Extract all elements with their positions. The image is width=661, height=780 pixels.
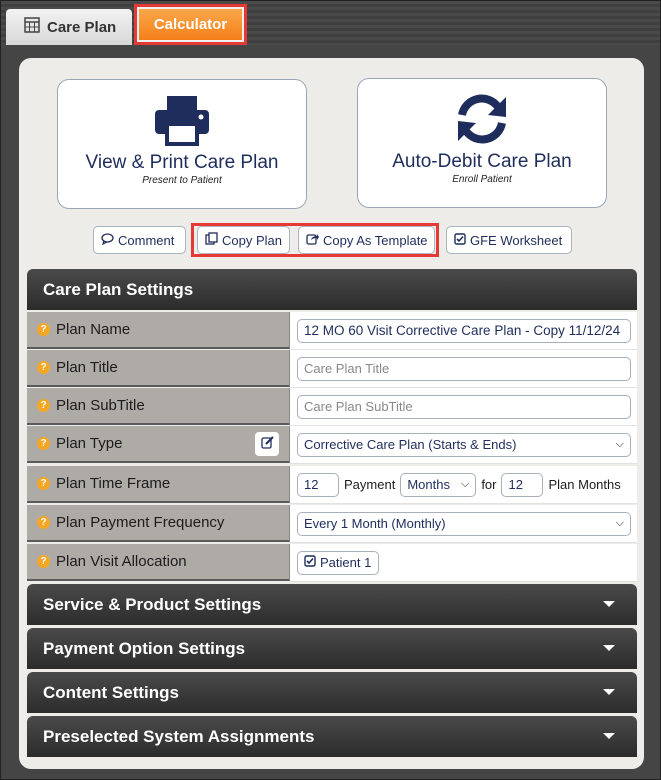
payment-count-input[interactable]: 12 bbox=[297, 472, 339, 497]
patient-1-label: Patient 1 bbox=[320, 555, 372, 570]
gfe-worksheet-button[interactable]: GFE Worksheet bbox=[446, 226, 572, 254]
checkbox-checked-icon bbox=[454, 232, 466, 248]
edit-icon bbox=[260, 435, 274, 453]
help-icon[interactable]: ? bbox=[37, 516, 50, 529]
plan-type-label: Plan Type bbox=[56, 435, 123, 452]
calculator-window: Care Plan Calculator View & Print Care P… bbox=[0, 0, 661, 780]
content-settings-header[interactable]: Content Settings bbox=[27, 672, 637, 713]
tab-calculator[interactable]: Calculator bbox=[134, 4, 247, 45]
view-print-subtitle: Present to Patient bbox=[142, 175, 222, 186]
frequency-select[interactable]: Every 1 Month (Monthly) ⌵ bbox=[297, 511, 631, 536]
view-print-title: View & Print Care Plan bbox=[85, 152, 279, 173]
payment-option-settings-header[interactable]: Payment Option Settings bbox=[27, 628, 637, 669]
comment-button[interactable]: Comment bbox=[93, 226, 186, 254]
plan-title-label: Plan Title bbox=[56, 359, 118, 376]
chevron-down-icon: ⌵ bbox=[615, 517, 624, 529]
plan-subtitle-input[interactable]: Care Plan SubTitle bbox=[297, 394, 631, 419]
plan-type-value: Corrective Care Plan (Starts & Ends) bbox=[304, 437, 517, 452]
checkbox-checked-icon bbox=[304, 555, 316, 570]
help-icon[interactable]: ? bbox=[37, 361, 50, 374]
chevron-down-icon: ⌵ bbox=[460, 478, 470, 490]
payment-unit-value: Months bbox=[407, 477, 450, 492]
auto-debit-care-plan-button[interactable]: Auto-Debit Care Plan Enroll Patient bbox=[357, 78, 607, 208]
tab-care-plan[interactable]: Care Plan bbox=[6, 9, 132, 45]
caret-down-icon bbox=[603, 733, 615, 739]
visit-alloc-label: Plan Visit Allocation bbox=[56, 553, 187, 570]
share-icon bbox=[306, 232, 319, 248]
help-icon[interactable]: ? bbox=[37, 399, 50, 412]
help-icon[interactable]: ? bbox=[37, 555, 50, 568]
payment-unit-select[interactable]: Months ⌵ bbox=[400, 472, 477, 497]
plan-months-text: Plan Months bbox=[548, 477, 621, 492]
speech-bubble-icon bbox=[101, 232, 114, 248]
plan-payment-frequency-row: ? Plan Payment Frequency Every 1 Month (M… bbox=[27, 505, 637, 543]
auto-debit-subtitle: Enroll Patient bbox=[452, 174, 512, 185]
content-settings-title: Content Settings bbox=[43, 682, 179, 702]
payment-option-settings-title: Payment Option Settings bbox=[43, 638, 246, 658]
payment-text: Payment bbox=[344, 477, 396, 492]
calculator-grid-icon bbox=[24, 17, 40, 37]
copy-plan-label: Copy Plan bbox=[222, 232, 282, 248]
comment-label: Comment bbox=[118, 232, 175, 248]
plan-type-row: ? Plan Type Corrective Care Plan (Starts … bbox=[27, 426, 637, 464]
auto-debit-title: Auto-Debit Care Plan bbox=[392, 151, 572, 172]
frequency-label: Plan Payment Frequency bbox=[56, 514, 225, 531]
caret-down-icon bbox=[603, 601, 615, 607]
gfe-worksheet-label: GFE Worksheet bbox=[470, 232, 563, 248]
service-product-settings-header[interactable]: Service & Product Settings bbox=[27, 584, 637, 625]
help-icon[interactable]: ? bbox=[37, 477, 50, 490]
for-text: for bbox=[481, 477, 497, 492]
preselected-system-assignments-header[interactable]: Preselected System Assignments bbox=[27, 716, 637, 757]
plan-title-row: ? Plan Title Care Plan Title bbox=[27, 350, 637, 388]
copy-as-template-label: Copy As Template bbox=[323, 232, 428, 248]
help-icon[interactable]: ? bbox=[37, 323, 50, 336]
plan-type-select[interactable]: Corrective Care Plan (Starts & Ends) ⌵ bbox=[297, 432, 631, 457]
plan-name-row: ? Plan Name 12 MO 60 Visit Corrective Car… bbox=[27, 312, 637, 350]
care-plan-settings-title: Care Plan Settings bbox=[43, 279, 194, 299]
help-icon[interactable]: ? bbox=[37, 437, 50, 450]
edit-plan-type-button[interactable] bbox=[255, 432, 279, 456]
caret-down-icon bbox=[603, 645, 615, 651]
time-frame-label: Plan Time Frame bbox=[56, 475, 171, 492]
copy-plan-button[interactable]: Copy Plan bbox=[197, 226, 290, 254]
plan-months-input[interactable]: 12 bbox=[501, 472, 544, 497]
plan-time-frame-row: ? Plan Time Frame 12 Payment Months ⌵ for … bbox=[27, 466, 637, 504]
care-plan-settings-header[interactable]: Care Plan Settings bbox=[27, 269, 637, 310]
plan-name-input[interactable]: 12 MO 60 Visit Corrective Care Plan - Co… bbox=[297, 318, 631, 343]
plan-title-input[interactable]: Care Plan Title bbox=[297, 356, 631, 381]
printer-icon bbox=[58, 94, 306, 146]
preselected-system-assignments-title: Preselected System Assignments bbox=[43, 726, 315, 746]
refresh-icon bbox=[358, 93, 606, 145]
caret-down-icon bbox=[603, 689, 615, 695]
frequency-value: Every 1 Month (Monthly) bbox=[304, 516, 446, 531]
view-print-care-plan-button[interactable]: View & Print Care Plan Present to Patien… bbox=[57, 79, 307, 209]
plan-subtitle-row: ? Plan SubTitle Care Plan SubTitle bbox=[27, 388, 637, 426]
plan-visit-allocation-row: ? Plan Visit Allocation Patient 1 bbox=[27, 544, 637, 582]
copy-as-template-button[interactable]: Copy As Template bbox=[298, 226, 435, 254]
tab-care-plan-label: Care Plan bbox=[47, 18, 117, 36]
patient-1-toggle[interactable]: Patient 1 bbox=[297, 550, 379, 575]
tab-calculator-label: Calculator bbox=[139, 9, 242, 40]
tab-bar: Care Plan Calculator bbox=[1, 1, 660, 45]
plan-name-label: Plan Name bbox=[56, 321, 131, 338]
copy-icon bbox=[205, 232, 218, 248]
chevron-down-icon: ⌵ bbox=[615, 438, 624, 450]
main-panel: View & Print Care Plan Present to Patien… bbox=[19, 58, 644, 769]
service-product-settings-title: Service & Product Settings bbox=[43, 594, 262, 614]
plan-subtitle-label: Plan SubTitle bbox=[56, 397, 145, 414]
